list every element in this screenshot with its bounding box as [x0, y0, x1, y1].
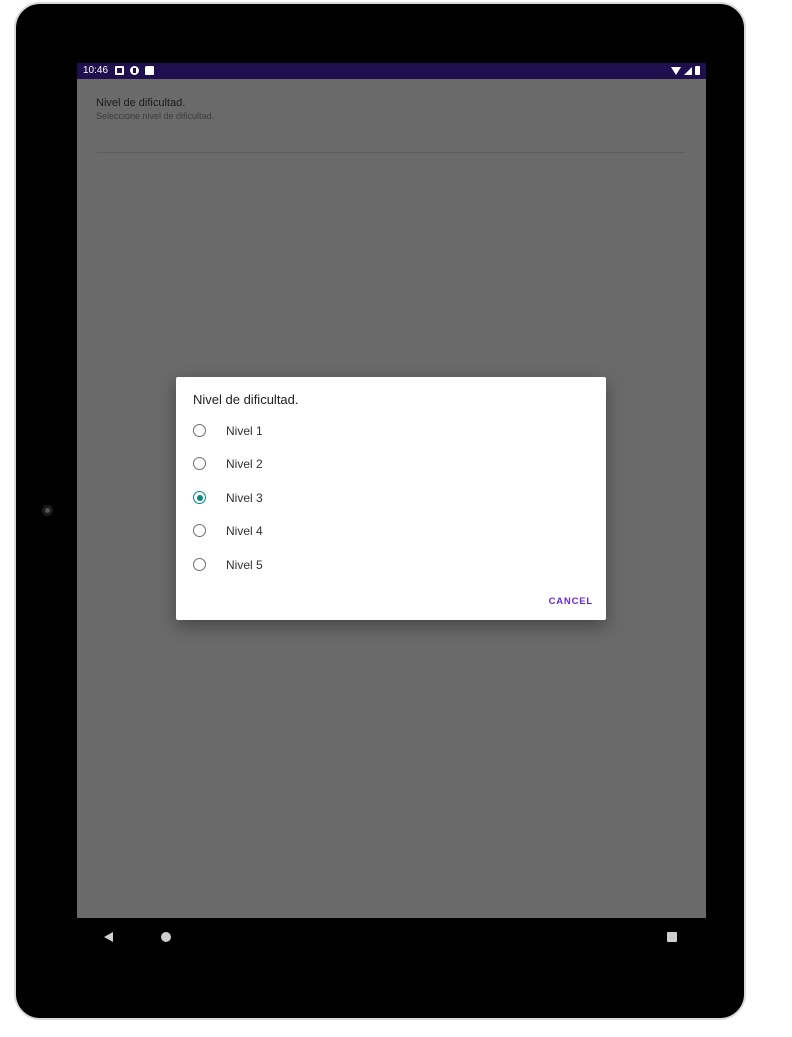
option-nivel-3[interactable]: Nivel 3: [193, 484, 589, 514]
preference-summary: Seleccione nivel de dificultad.: [96, 111, 215, 121]
sd-card-icon: [145, 66, 154, 75]
option-nivel-4[interactable]: Nivel 4: [193, 517, 589, 547]
radio-unchecked-icon[interactable]: [193, 524, 206, 537]
status-time: 10:46: [83, 65, 109, 76]
difficulty-dialog: Nivel de dificultad. Nivel 1 Nivel 2 Niv…: [176, 377, 606, 620]
option-label: Nivel 5: [226, 558, 263, 572]
signal-icon: [684, 66, 692, 75]
option-nivel-1[interactable]: Nivel 1: [193, 417, 589, 447]
a-box-icon: [115, 66, 124, 75]
radio-checked-icon[interactable]: [193, 491, 206, 504]
option-nivel-2[interactable]: Nivel 2: [193, 450, 589, 480]
radio-unchecked-icon[interactable]: [193, 558, 206, 571]
option-label: Nivel 3: [226, 491, 263, 505]
cancel-button[interactable]: CANCEL: [549, 596, 593, 607]
screen: 10:46 Nivel de dificultad. Seleccione ni…: [77, 63, 706, 918]
option-label: Nivel 4: [226, 524, 263, 538]
recents-icon[interactable]: [667, 932, 677, 942]
home-icon[interactable]: [161, 932, 171, 942]
back-icon[interactable]: [104, 932, 113, 942]
status-bar: 10:46: [77, 63, 706, 79]
preference-title: Nivel de dificultad.: [96, 97, 186, 109]
wifi-icon: [671, 66, 681, 75]
radio-unchecked-icon[interactable]: [193, 424, 206, 437]
radio-unchecked-icon[interactable]: [193, 457, 206, 470]
battery-icon: [695, 66, 700, 75]
camera-icon: [42, 505, 53, 516]
option-label: Nivel 2: [226, 457, 263, 471]
status-icons-right: [671, 66, 700, 75]
option-label: Nivel 1: [226, 424, 263, 438]
circle-app-icon: [130, 66, 139, 75]
option-nivel-5[interactable]: Nivel 5: [193, 551, 589, 581]
dialog-title: Nivel de dificultad.: [193, 392, 299, 407]
status-icons-left: [115, 66, 154, 75]
